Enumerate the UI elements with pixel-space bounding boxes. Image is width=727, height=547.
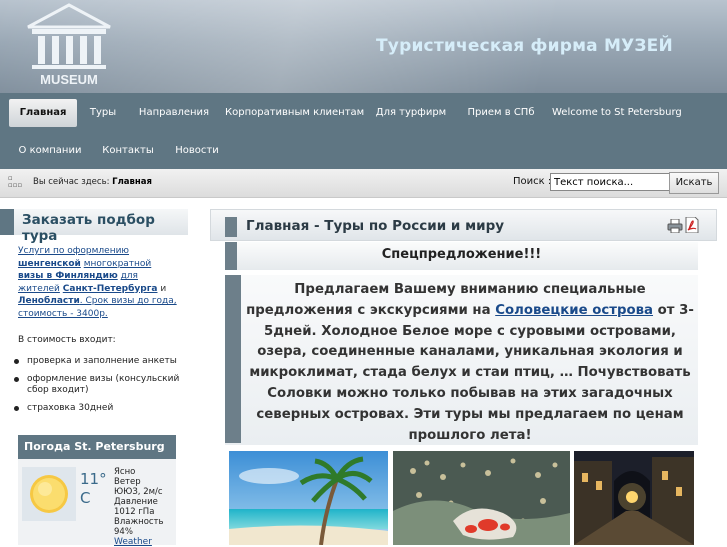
search-input[interactable] [550, 173, 670, 191]
weather-temp-value: 11° [80, 470, 107, 488]
page-title: Главная - Туры по России и миру [246, 218, 505, 234]
site-title: Туристическая фирма МУЗЕЙ [376, 36, 673, 56]
offer-box: Предлагаем Вашему вниманию специальные п… [225, 275, 698, 445]
nav-row-1: Главная Туры Направления Корпоративным к… [0, 93, 727, 131]
weather-humidity-label: Влажность [114, 517, 164, 527]
breadcrumb: Вы сейчас здесь: Главная [33, 177, 152, 187]
solovki-link[interactable]: Соловецкие острова [495, 303, 653, 318]
nav-item-welcome[interactable]: Welcome to St Petersburg [552, 99, 682, 127]
offer-text-after: от 3-5дней. Холодное Белое море с суровы… [249, 302, 694, 443]
bullet-icon [14, 359, 19, 364]
weather-condition: Ясно [114, 467, 136, 477]
visa-link-finland[interactable]: визы в Финляндию [18, 271, 118, 281]
includes-list: проверка и заполнение анкеты оформление … [12, 356, 182, 421]
header-accent-bar [225, 217, 237, 237]
sidebar-title[interactable]: Заказать подбор тура [22, 212, 188, 244]
museum-logo[interactable]: MUSEUM [20, 3, 118, 89]
home-icon[interactable]: ▫ ▫▫▫ [8, 175, 24, 191]
visa-info-text: Услуги по оформлению шенгенской многокра… [18, 245, 178, 320]
includes-label: В стоимость входит: [18, 335, 116, 345]
breadcrumb-bar: ▫▫▫▫ Вы сейчас здесь: Главная Поиск : Ис… [0, 169, 727, 198]
weather-details: Ясно Ветер ЮЮЗ, 2м/с Давление 1012 гПа В… [114, 467, 174, 537]
nav-item-home[interactable]: Главная [9, 99, 77, 127]
list-item-text: страховка 30дней [27, 403, 114, 413]
sidebar-header: Заказать подбор тура [0, 209, 188, 244]
visa-link-multiple[interactable]: многократной [84, 259, 152, 269]
bullet-icon [14, 406, 19, 411]
list-item-text: оформление визы (консульский сбор входит… [27, 374, 180, 395]
site-header: MUSEUM Туристическая фирма МУЗЕЙ [0, 0, 727, 93]
nav-row-2: О компании Контакты Новости [0, 131, 727, 169]
list-item: проверка и заполнение анкеты [12, 356, 182, 367]
visa-link-spb[interactable]: Санкт-Петербурга [63, 284, 158, 294]
bullet-icon [14, 377, 19, 382]
search-label: Поиск : [513, 176, 552, 187]
visa-link-schengen[interactable]: шенгенской [18, 259, 81, 269]
weather-widget: Погода St. Petersburg 11° C Ясно Ветер Ю… [18, 435, 176, 547]
visa-text-and: и [160, 283, 167, 294]
weather-pressure-label: Давление [114, 497, 158, 507]
main-navigation: Главная Туры Направления Корпоративным к… [0, 93, 727, 169]
night-city-photo[interactable] [574, 451, 694, 545]
main-content: Главная - Туры по России и миру Спецпред… [210, 209, 717, 545]
weather-link[interactable]: Weather [114, 537, 152, 547]
nav-item-tours[interactable]: Туры [84, 99, 122, 127]
logo-text: MUSEUM [40, 72, 98, 87]
weather-temperature: 11° C [80, 470, 112, 508]
list-item: оформление визы (консульский сбор входит… [12, 374, 182, 396]
nav-item-news[interactable]: Новости [170, 137, 224, 165]
weather-wind: ЮЮЗ, 2м/с [114, 487, 163, 497]
nav-item-directions[interactable]: Направления [136, 99, 212, 127]
nav-item-about[interactable]: О компании [15, 137, 85, 165]
print-icon[interactable] [667, 218, 683, 234]
breadcrumb-prefix: Вы сейчас здесь: [33, 177, 110, 187]
beach-photo[interactable] [229, 451, 388, 545]
weather-humidity: 94% [114, 527, 133, 537]
nav-item-corporate[interactable]: Корпоративным клиентам [225, 99, 364, 127]
weather-temp-unit: C [80, 489, 91, 507]
list-item: страховка 30дней [12, 403, 182, 414]
special-offer-heading: Спецпредложение!!! [381, 247, 542, 262]
special-offer-box: Спецпредложение!!! [225, 242, 698, 270]
visa-link-lenoblast[interactable]: Ленобласти [18, 296, 80, 306]
breadcrumb-current[interactable]: Главная [112, 177, 152, 187]
search-button[interactable]: Искать [669, 172, 719, 194]
offer-accent-bar [225, 275, 241, 443]
list-item-text: проверка и заполнение анкеты [27, 356, 177, 366]
nav-item-contacts[interactable]: Контакты [98, 137, 158, 165]
sun-icon [22, 467, 76, 521]
content-header: Главная - Туры по России и миру [210, 209, 717, 241]
weather-title: Погода St. Petersburg [18, 435, 176, 459]
visa-link-services[interactable]: Услуги по оформлению [18, 246, 129, 256]
weather-wind-label: Ветер [114, 477, 141, 487]
weather-pressure: 1012 гПа [114, 507, 155, 517]
sidebar: Заказать подбор тура Услуги по оформлени… [0, 203, 190, 547]
pdf-icon[interactable] [685, 216, 699, 234]
reef-photo[interactable] [393, 451, 570, 545]
offer-text: Предлагаем Вашему вниманию специальные п… [245, 280, 695, 446]
nav-item-agencies[interactable]: Для турфирм [372, 99, 450, 127]
nav-item-spb-reception[interactable]: Прием в СПб [462, 99, 540, 127]
